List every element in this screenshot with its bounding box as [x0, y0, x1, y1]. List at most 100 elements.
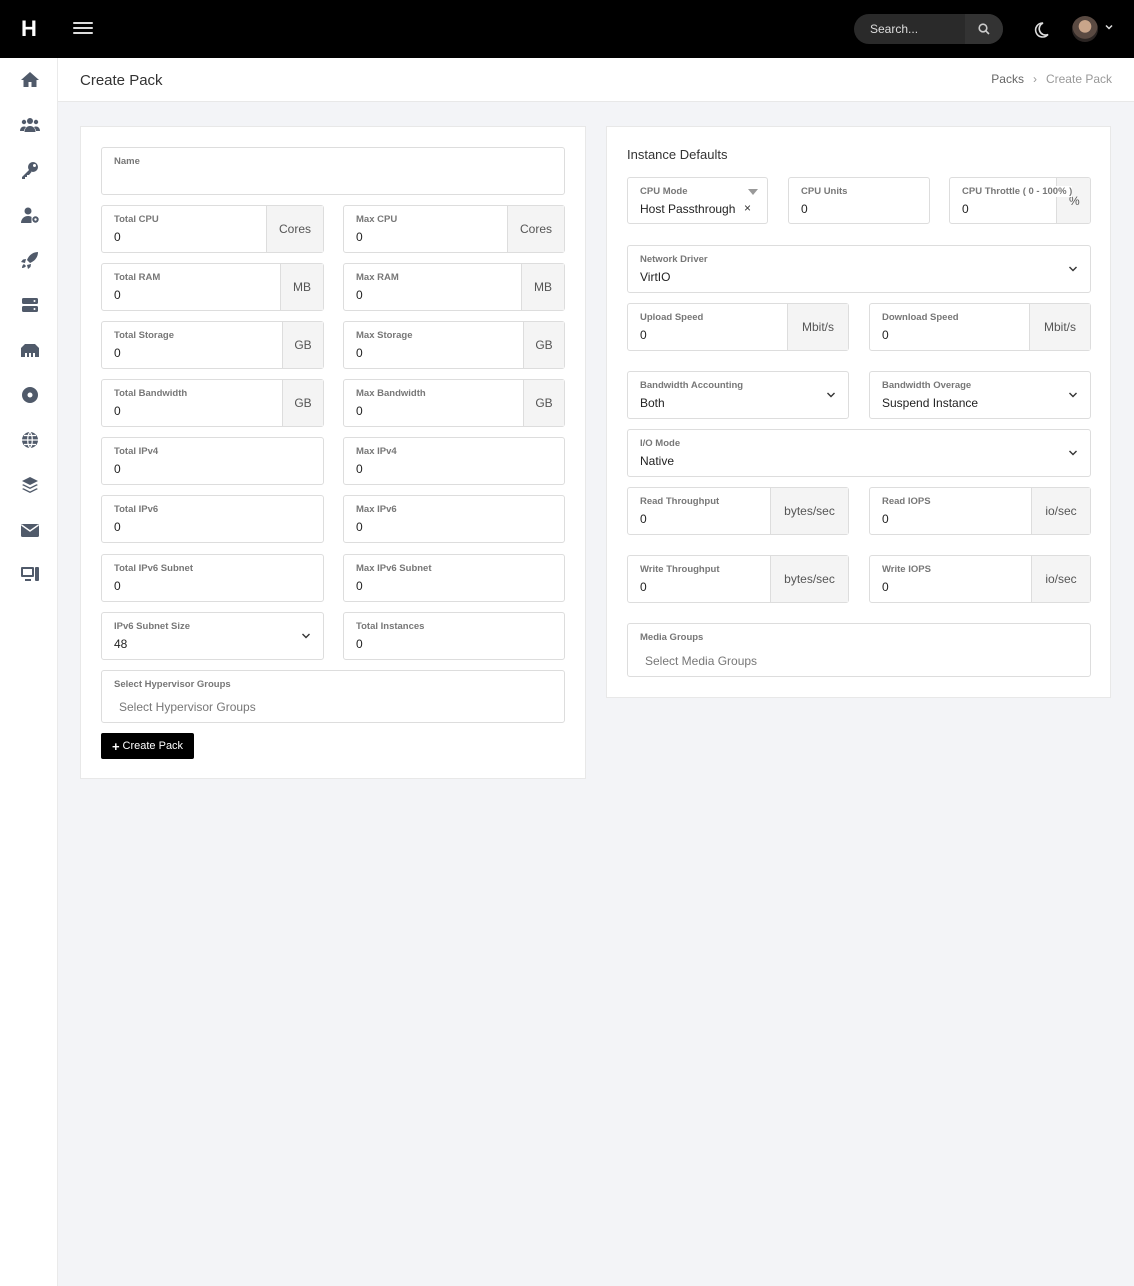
- upload-speed-unit: Mbit/s: [787, 304, 848, 350]
- layers-icon: [22, 477, 38, 493]
- total-cpu-value: 0: [114, 230, 121, 244]
- nav-users[interactable]: [18, 113, 42, 137]
- key-icon: [22, 162, 38, 179]
- download-speed-unit: Mbit/s: [1029, 304, 1090, 350]
- breadcrumb-packs-link[interactable]: Packs: [991, 72, 1024, 86]
- download-speed-field[interactable]: Download Speed 0 Mbit/s: [869, 303, 1091, 351]
- cpu-mode-select[interactable]: CPU Mode Host Passthrough ×: [627, 177, 768, 224]
- bandwidth-accounting-label: Bandwidth Accounting: [640, 380, 744, 391]
- write-throughput-label: Write Throughput: [640, 564, 720, 575]
- plus-icon: +: [111, 738, 120, 754]
- create-pack-button[interactable]: + Create Pack: [101, 733, 194, 759]
- dark-mode-icon[interactable]: [1031, 20, 1051, 40]
- rocket-icon: [21, 252, 38, 269]
- search-input[interactable]: [854, 14, 964, 44]
- menu-toggle-icon[interactable]: [73, 19, 93, 39]
- total-cpu-field[interactable]: Total CPU 0 Cores: [101, 205, 324, 253]
- io-mode-select[interactable]: I/O Mode Native: [627, 429, 1091, 477]
- read-throughput-field[interactable]: Read Throughput 0 bytes/sec: [627, 487, 849, 535]
- avatar[interactable]: [1072, 16, 1098, 42]
- total-ram-field[interactable]: Total RAM 0 MB: [101, 263, 324, 311]
- bandwidth-accounting-select[interactable]: Bandwidth Accounting Both: [627, 371, 849, 419]
- cpu-mode-clear-icon[interactable]: ×: [744, 201, 751, 215]
- network-driver-select[interactable]: Network Driver VirtIO: [627, 245, 1091, 293]
- upload-speed-label: Upload Speed: [640, 312, 704, 323]
- cpu-throttle-label: CPU Throttle ( 0 - 100% ): [962, 186, 1073, 197]
- breadcrumb-separator-icon: ›: [1032, 72, 1037, 86]
- media-groups-select[interactable]: Media Groups Select Media Groups: [627, 623, 1091, 677]
- max-ram-value: 0: [356, 288, 363, 302]
- nav-mail[interactable]: [18, 518, 42, 542]
- search-box: [854, 14, 1003, 44]
- write-iops-value: 0: [882, 580, 889, 594]
- total-ipv4-field[interactable]: Total IPv4 0: [101, 437, 324, 485]
- max-ram-unit: MB: [521, 264, 564, 310]
- app-logo[interactable]: H: [0, 0, 58, 58]
- ipv6-subnet-size-select[interactable]: IPv6 Subnet Size 48: [101, 612, 324, 660]
- max-ram-field[interactable]: Max RAM 0 MB: [343, 263, 565, 311]
- total-ipv6-subnet-value: 0: [114, 579, 121, 593]
- write-throughput-unit: bytes/sec: [770, 556, 848, 602]
- cpu-units-field[interactable]: CPU Units 0: [788, 177, 930, 224]
- cpu-mode-value: Host Passthrough: [640, 202, 736, 216]
- max-ipv6-field[interactable]: Max IPv6 0: [343, 495, 565, 543]
- bandwidth-overage-select[interactable]: Bandwidth Overage Suspend Instance: [869, 371, 1091, 419]
- nav-home[interactable]: [18, 68, 42, 92]
- write-iops-field[interactable]: Write IOPS 0 io/sec: [869, 555, 1091, 603]
- chevron-down-icon[interactable]: [1104, 22, 1114, 32]
- total-ipv4-label: Total IPv4: [114, 446, 159, 457]
- nav-packs[interactable]: [18, 473, 42, 497]
- cpu-throttle-value: 0: [962, 202, 969, 216]
- download-speed-value: 0: [882, 328, 889, 342]
- user-settings-icon: [21, 207, 39, 223]
- nav-network[interactable]: [18, 338, 42, 362]
- total-storage-field[interactable]: Total Storage 0 GB: [101, 321, 324, 369]
- nav-keys[interactable]: [18, 158, 42, 182]
- total-ram-label: Total RAM: [114, 272, 161, 283]
- cpu-units-value: 0: [801, 202, 808, 216]
- nav-instances[interactable]: [18, 562, 42, 586]
- page-title: Create Pack: [80, 72, 163, 89]
- ipv6-subnet-size-value: 48: [114, 637, 128, 651]
- total-ram-unit: MB: [280, 264, 323, 310]
- write-throughput-field[interactable]: Write Throughput 0 bytes/sec: [627, 555, 849, 603]
- disc-icon: [22, 387, 38, 403]
- total-ipv6-field[interactable]: Total IPv6 0: [101, 495, 324, 543]
- total-cpu-unit: Cores: [266, 206, 323, 252]
- total-instances-field[interactable]: Total Instances 0: [343, 612, 565, 660]
- bandwidth-accounting-value: Both: [640, 396, 665, 410]
- nav-media[interactable]: [18, 383, 42, 407]
- total-storage-value: 0: [114, 346, 121, 360]
- total-ipv4-value: 0: [114, 462, 121, 476]
- nav-servers[interactable]: [18, 293, 42, 317]
- max-ipv6-subnet-field[interactable]: Max IPv6 Subnet 0: [343, 554, 565, 602]
- nav-ip[interactable]: [18, 428, 42, 452]
- max-ipv4-field[interactable]: Max IPv4 0: [343, 437, 565, 485]
- max-bandwidth-value: 0: [356, 404, 363, 418]
- search-button[interactable]: [965, 14, 1003, 44]
- max-cpu-field[interactable]: Max CPU 0 Cores: [343, 205, 565, 253]
- name-field[interactable]: Name: [101, 147, 565, 195]
- nav-deploy[interactable]: [18, 248, 42, 272]
- max-bandwidth-field[interactable]: Max Bandwidth 0 GB: [343, 379, 565, 427]
- cpu-throttle-field[interactable]: % CPU Throttle ( 0 - 100% ) 0: [949, 177, 1091, 224]
- max-ipv6-value: 0: [356, 520, 363, 534]
- max-cpu-label: Max CPU: [356, 214, 398, 225]
- hypervisor-groups-label: Select Hypervisor Groups: [114, 679, 231, 690]
- max-storage-value: 0: [356, 346, 363, 360]
- read-iops-field[interactable]: Read IOPS 0 io/sec: [869, 487, 1091, 535]
- total-bandwidth-label: Total Bandwidth: [114, 388, 188, 399]
- total-bandwidth-field[interactable]: Total Bandwidth 0 GB: [101, 379, 324, 427]
- chevron-down-icon: [302, 633, 310, 639]
- chevron-down-icon: [827, 392, 835, 398]
- total-ipv6-subnet-field[interactable]: Total IPv6 Subnet 0: [101, 554, 324, 602]
- upload-speed-field[interactable]: Upload Speed 0 Mbit/s: [627, 303, 849, 351]
- sidebar: [0, 58, 58, 1286]
- hypervisor-groups-select[interactable]: Select Hypervisor Groups Select Hypervis…: [101, 670, 565, 723]
- max-ipv6-subnet-label: Max IPv6 Subnet: [356, 563, 432, 574]
- max-storage-field[interactable]: Max Storage 0 GB: [343, 321, 565, 369]
- max-ipv6-subnet-value: 0: [356, 579, 363, 593]
- bandwidth-overage-value: Suspend Instance: [882, 396, 979, 410]
- nav-user-settings[interactable]: [18, 203, 42, 227]
- cpu-mode-label: CPU Mode: [640, 186, 688, 197]
